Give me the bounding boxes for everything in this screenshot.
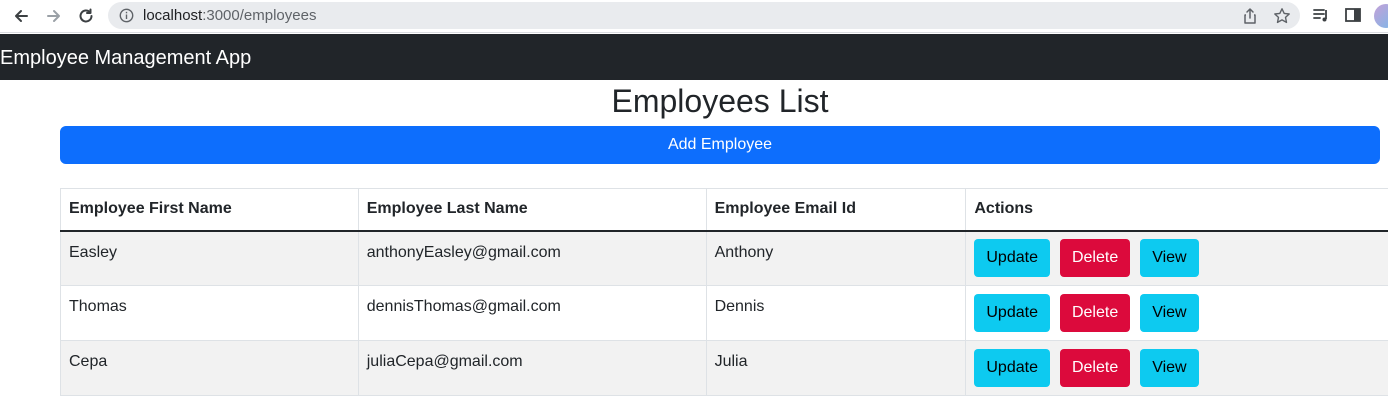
view-button[interactable]: View (1140, 239, 1199, 278)
cell-first-name: Cepa (60, 340, 359, 396)
url-host: localhost (143, 7, 203, 24)
cell-actions: Update Delete View (965, 340, 1388, 396)
page-title: Employees List (611, 83, 829, 119)
app-navbar: Employee Management App (0, 34, 1388, 80)
update-button[interactable]: Update (974, 239, 1050, 278)
table-row: Easley anthonyEasley@gmail.com Anthony U… (60, 230, 1388, 286)
forward-arrow-icon[interactable] (42, 4, 66, 28)
update-button[interactable]: Update (974, 349, 1050, 387)
cell-actions: Update Delete View (965, 285, 1388, 341)
browser-toolbar: localhost:3000/employees (0, 0, 1388, 33)
delete-button[interactable]: Delete (1059, 239, 1131, 278)
side-panel-icon[interactable] (1344, 6, 1362, 24)
column-header-email: Employee Email Id (705, 188, 967, 231)
cell-last-name: dennisThomas@gmail.com (357, 285, 707, 341)
add-employee-button[interactable]: Add Employee (60, 126, 1380, 164)
media-queue-icon[interactable] (1312, 6, 1330, 24)
cell-email: Dennis (705, 285, 967, 341)
star-icon[interactable] (1273, 7, 1291, 25)
column-header-last-name: Employee Last Name (357, 188, 707, 231)
navbar-brand[interactable]: Employee Management App (0, 46, 251, 70)
url-path: :3000/employees (202, 7, 317, 24)
employees-table: Employee First Name Employee Last Name E… (60, 188, 1388, 396)
reload-icon[interactable] (74, 4, 98, 28)
cell-first-name: Easley (60, 230, 359, 286)
address-bar[interactable]: localhost:3000/employees (108, 2, 1300, 29)
profile-avatar[interactable] (1374, 4, 1388, 28)
table-header-row: Employee First Name Employee Last Name E… (60, 188, 1388, 231)
info-icon[interactable] (119, 8, 134, 23)
cell-first-name: Thomas (60, 285, 359, 341)
table-row: Cepa juliaCepa@gmail.com Julia Update Del… (60, 340, 1388, 396)
column-header-first-name: Employee First Name (60, 188, 359, 231)
cell-email: Anthony (705, 230, 967, 286)
update-button[interactable]: Update (974, 294, 1050, 332)
delete-button[interactable]: Delete (1059, 294, 1131, 332)
delete-button[interactable]: Delete (1059, 349, 1131, 387)
cell-last-name: juliaCepa@gmail.com (357, 340, 707, 396)
cell-actions: Update Delete View (965, 230, 1388, 286)
back-arrow-icon[interactable] (9, 4, 33, 28)
share-icon[interactable] (1241, 7, 1259, 25)
cell-last-name: anthonyEasley@gmail.com (357, 230, 707, 286)
view-button[interactable]: View (1140, 349, 1199, 387)
cell-email: Julia (705, 340, 967, 396)
column-header-actions: Actions (965, 188, 1388, 231)
view-button[interactable]: View (1140, 294, 1199, 332)
table-row: Thomas dennisThomas@gmail.com Dennis Upd… (60, 285, 1388, 341)
url-text: localhost:3000/employees (143, 7, 316, 24)
